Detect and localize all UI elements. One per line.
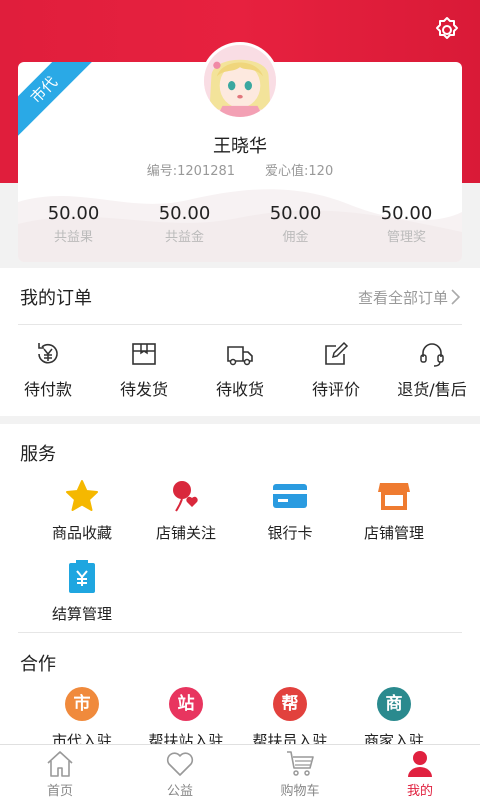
avatar[interactable] bbox=[201, 42, 279, 120]
view-all-label: 查看全部订单 bbox=[357, 288, 448, 307]
services-grid: 商品收藏 店铺关注 银行卡 店铺管理 结算管理 bbox=[30, 478, 454, 640]
card-icon bbox=[273, 484, 307, 508]
love-value: 爱心值:120 bbox=[265, 164, 334, 179]
coop-aid-station[interactable]: 站 帮扶站入驻 bbox=[134, 686, 238, 751]
services-title: 服务 bbox=[20, 444, 56, 465]
orders-section: 我的订单 查看全部订单 待付款 待发货 待收货 待评价 退货/售后 bbox=[0, 268, 480, 416]
cooperation-title: 合作 bbox=[20, 654, 56, 675]
tab-label: 公益 bbox=[166, 784, 193, 799]
cart-icon bbox=[287, 751, 314, 776]
stat-value: 50.00 bbox=[158, 203, 211, 224]
order-pending-shipment[interactable]: 待发货 bbox=[96, 340, 192, 400]
balloon-heart-icon bbox=[173, 481, 198, 512]
stat-value: 50.00 bbox=[47, 203, 100, 224]
headset-icon bbox=[420, 343, 444, 367]
tab-label: 首页 bbox=[46, 784, 73, 799]
divider bbox=[18, 632, 462, 633]
home-icon bbox=[47, 751, 73, 777]
order-label: 待收货 bbox=[215, 380, 264, 399]
stat-gongyijin[interactable]: 50.00 共益金 bbox=[129, 203, 240, 245]
stat-commission[interactable]: 50.00 佣金 bbox=[240, 203, 351, 245]
member-id: 编号:1201281 bbox=[146, 164, 236, 179]
divider bbox=[18, 324, 462, 325]
yen-clipboard-icon bbox=[69, 560, 95, 593]
merchant-badge-icon: 商 bbox=[377, 687, 411, 721]
stat-value: 50.00 bbox=[269, 203, 322, 224]
order-pending-receipt[interactable]: 待收货 bbox=[192, 340, 288, 400]
stat-management-bonus[interactable]: 50.00 管理奖 bbox=[351, 203, 462, 245]
shop-icon bbox=[378, 483, 410, 510]
user-name: 王晓华 bbox=[213, 136, 267, 157]
services-section: 服务 商品收藏 店铺关注 银行卡 店铺管理 结算管理 合作 市 市代入驻 站 帮… bbox=[0, 424, 480, 750]
tab-cart[interactable]: 购物车 bbox=[240, 745, 360, 800]
station-badge-icon: 站 bbox=[169, 687, 203, 721]
service-label: 商品收藏 bbox=[51, 524, 112, 542]
city-badge-icon: 市 bbox=[65, 687, 99, 721]
stat-value: 50.00 bbox=[380, 203, 433, 224]
anime-girl-avatar-icon bbox=[204, 45, 276, 117]
service-label: 银行卡 bbox=[267, 524, 313, 542]
service-settlement[interactable]: 结算管理 bbox=[30, 559, 134, 624]
stats-row: 50.00 共益果 50.00 共益金 50.00 佣金 50.00 管理奖 bbox=[18, 203, 462, 245]
service-label: 店铺关注 bbox=[155, 524, 216, 542]
order-label: 待付款 bbox=[23, 380, 72, 399]
tab-label: 购物车 bbox=[280, 784, 320, 799]
order-status-row: 待付款 待发货 待收货 待评价 退货/售后 bbox=[0, 340, 480, 400]
stat-label: 共益金 bbox=[164, 230, 204, 245]
level-ribbon: 市代 bbox=[18, 62, 97, 143]
order-after-sales[interactable]: 退货/售后 bbox=[384, 340, 480, 400]
edit-icon bbox=[325, 341, 349, 365]
user-meta: 编号:1201281 爱心值:120 bbox=[0, 160, 480, 179]
yen-cycle-icon bbox=[38, 343, 58, 364]
order-label: 待评价 bbox=[311, 380, 360, 399]
bottom-tab-bar: 首页 公益 购物车 我的 bbox=[0, 744, 480, 800]
settings-gear-icon[interactable] bbox=[432, 14, 462, 44]
service-favorites[interactable]: 商品收藏 bbox=[30, 478, 134, 543]
box-icon bbox=[132, 343, 156, 365]
tab-mine[interactable]: 我的 bbox=[360, 745, 480, 800]
tab-label: 我的 bbox=[406, 784, 433, 799]
coop-merchant[interactable]: 商 商家入驻 bbox=[342, 686, 446, 751]
tab-home[interactable]: 首页 bbox=[0, 745, 120, 800]
chevron-right-icon bbox=[451, 289, 461, 305]
person-icon bbox=[408, 751, 432, 777]
helper-badge-icon: 帮 bbox=[273, 687, 307, 721]
view-all-orders-link[interactable]: 查看全部订单 bbox=[358, 287, 462, 308]
order-pending-payment[interactable]: 待付款 bbox=[0, 340, 96, 400]
order-label: 待发货 bbox=[119, 380, 168, 399]
stat-label: 佣金 bbox=[282, 230, 309, 245]
orders-title: 我的订单 bbox=[20, 288, 92, 309]
stat-gongyiguo[interactable]: 50.00 共益果 bbox=[18, 203, 129, 245]
tab-charity[interactable]: 公益 bbox=[120, 745, 240, 800]
coop-aid-member[interactable]: 帮 帮扶员入驻 bbox=[238, 686, 342, 751]
star-icon bbox=[66, 480, 98, 511]
service-bank-card[interactable]: 银行卡 bbox=[238, 478, 342, 543]
coop-city-agent[interactable]: 市 市代入驻 bbox=[30, 686, 134, 751]
orders-header: 我的订单 查看全部订单 bbox=[20, 284, 462, 310]
order-label: 退货/售后 bbox=[397, 380, 467, 399]
service-label: 店铺管理 bbox=[363, 524, 424, 542]
truck-icon bbox=[227, 346, 253, 366]
stat-label: 共益果 bbox=[53, 230, 93, 245]
order-pending-review[interactable]: 待评价 bbox=[288, 340, 384, 400]
heart-icon bbox=[166, 752, 194, 776]
stat-label: 管理奖 bbox=[386, 230, 426, 245]
service-shop-management[interactable]: 店铺管理 bbox=[342, 478, 446, 543]
service-followed-shops[interactable]: 店铺关注 bbox=[134, 478, 238, 543]
service-label: 结算管理 bbox=[51, 605, 112, 623]
